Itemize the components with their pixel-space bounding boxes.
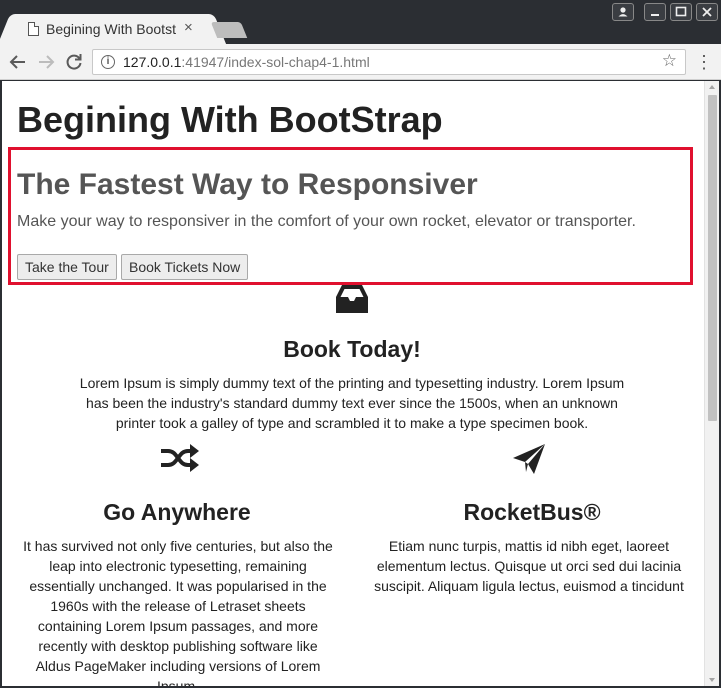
page-icon bbox=[28, 22, 39, 36]
bookmark-star-icon[interactable]: ☆ bbox=[662, 51, 677, 71]
page-viewport: Begining With BootStrap The Fastest Way … bbox=[2, 81, 719, 686]
forward-icon[interactable] bbox=[34, 50, 58, 74]
url-text[interactable]: 127.0.0.1:41947/index-sol-chap4-1.html bbox=[123, 54, 370, 70]
feature-title: Go Anywhere bbox=[103, 499, 251, 525]
browser-menu-icon[interactable]: ⋮ bbox=[695, 50, 713, 74]
jumbotron-lead: Make your way to responsiver in the comf… bbox=[17, 213, 636, 230]
shuffle-icon bbox=[160, 443, 200, 473]
minimize-icon[interactable] bbox=[644, 3, 666, 21]
feature-title: RocketBus® bbox=[463, 499, 601, 525]
feature-title: Book Today! bbox=[283, 336, 421, 362]
feature-text: It has survived not only five centuries,… bbox=[23, 538, 333, 686]
feature-text: Lorem Ipsum is simply dummy text of the … bbox=[79, 375, 625, 431]
browser-tab[interactable]: Begining With Bootstrap × bbox=[12, 14, 212, 44]
user-profile-icon[interactable] bbox=[612, 3, 634, 21]
take-the-tour-button[interactable]: Take the Tour bbox=[17, 254, 117, 280]
info-icon[interactable]: i bbox=[101, 55, 115, 69]
web-page: Begining With BootStrap The Fastest Way … bbox=[2, 81, 704, 686]
paper-plane-icon bbox=[512, 443, 546, 475]
page-title: Begining With BootStrap bbox=[17, 99, 443, 140]
reload-icon[interactable] bbox=[62, 50, 86, 74]
jumbotron-title: The Fastest Way to Responsiver bbox=[17, 168, 478, 201]
vertical-scrollbar[interactable] bbox=[704, 81, 719, 686]
tab-close-icon[interactable]: × bbox=[184, 19, 193, 36]
scroll-down-arrow[interactable] bbox=[709, 678, 715, 682]
tab-strip: Begining With Bootstrap × bbox=[0, 0, 721, 44]
new-tab-button[interactable] bbox=[210, 22, 248, 38]
browser-toolbar: i 127.0.0.1:41947/index-sol-chap4-1.html… bbox=[0, 44, 721, 80]
scroll-up-arrow[interactable] bbox=[709, 85, 715, 89]
inbox-icon bbox=[335, 283, 369, 315]
book-tickets-button[interactable]: Book Tickets Now bbox=[121, 254, 249, 280]
close-window-icon[interactable] bbox=[696, 3, 718, 21]
scrollbar-thumb[interactable] bbox=[708, 95, 717, 421]
tab-title[interactable]: Begining With Bootstrap bbox=[46, 21, 176, 37]
back-icon[interactable] bbox=[6, 50, 30, 74]
feature-text: Etiam nunc turpis, mattis id nibh eget, … bbox=[374, 538, 684, 594]
address-bar[interactable]: i 127.0.0.1:41947/index-sol-chap4-1.html… bbox=[92, 49, 686, 75]
maximize-icon[interactable] bbox=[670, 3, 692, 21]
